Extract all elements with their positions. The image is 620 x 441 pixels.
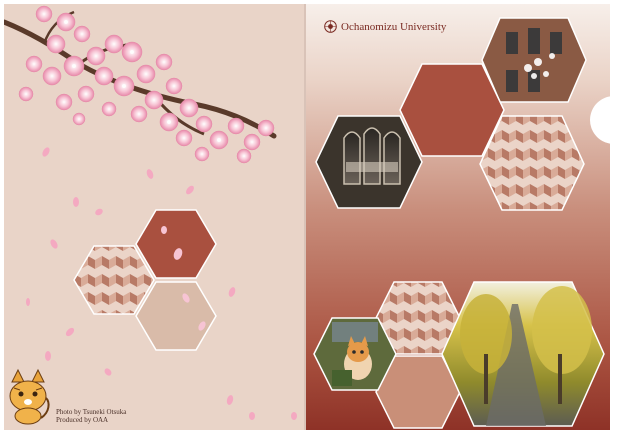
produced-credit: Produced by OAA: [56, 416, 109, 424]
hexagon-cluster: [73, 209, 217, 351]
photo-credit: Photo by Tsuneki Otsuka: [56, 408, 127, 416]
photo-ginkgo-hex: [441, 281, 605, 427]
hex-dark-right: [399, 63, 505, 157]
hex-dark: [135, 209, 217, 279]
credits: Photo by Tsuneki Otsuka Produced by OAA: [56, 408, 126, 424]
left-art: [4, 5, 297, 425]
sakura-branch-icon: [4, 5, 277, 164]
photo-window-hex: [315, 115, 423, 209]
hex-pattern-right: [479, 115, 585, 211]
left-panel: Photo by Tsuneki Otsuka Produced by OAA: [4, 4, 304, 430]
photo-building-hex: [481, 17, 587, 103]
university-emblem-icon: [324, 20, 337, 33]
university-name: Ochanomizu University: [341, 20, 447, 33]
hex-light: [135, 281, 217, 351]
right-art: [313, 17, 605, 429]
right-panel: Ochanomizu University: [306, 4, 610, 430]
hex-pattern: [73, 245, 155, 315]
photo-cat-hex: [313, 317, 397, 391]
university-brand: Ochanomizu University: [324, 20, 446, 33]
cat-mascot-icon: [9, 368, 50, 425]
